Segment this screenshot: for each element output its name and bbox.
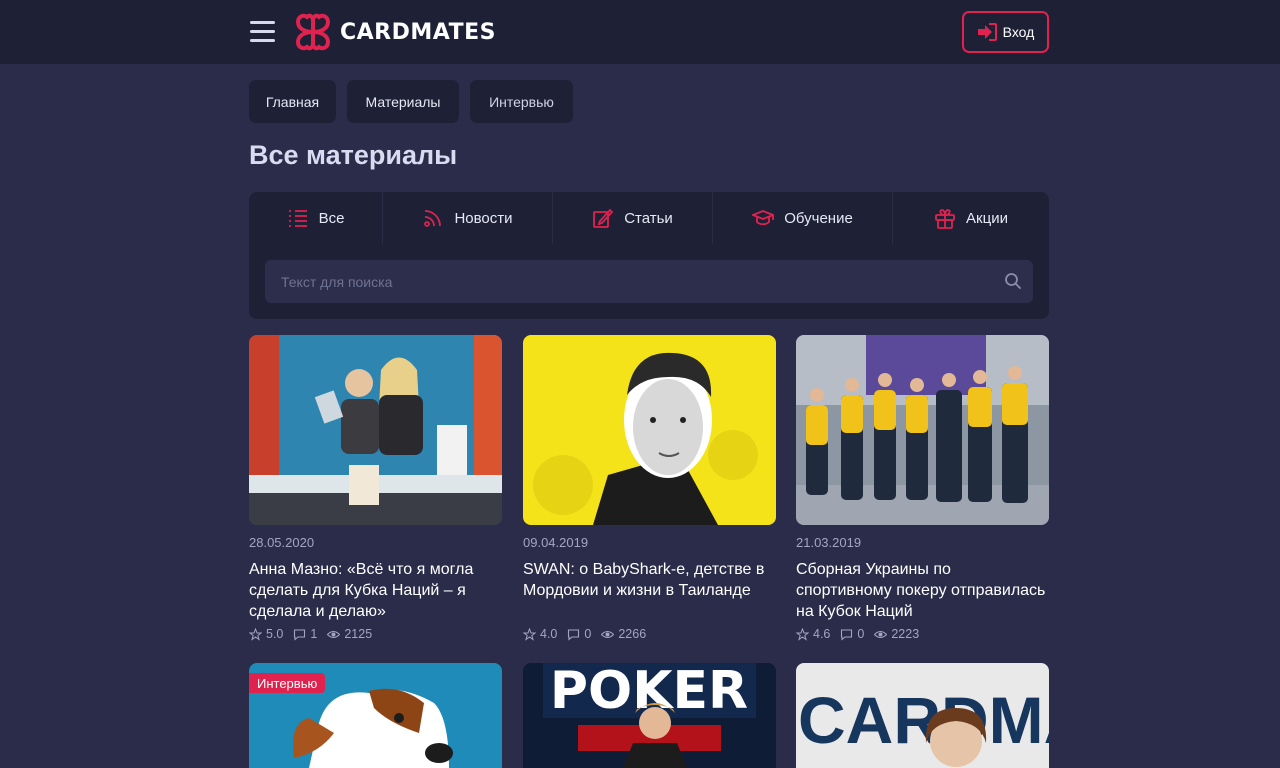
rating-value: 5.0 <box>266 627 284 641</box>
rating-stat: 5.0 <box>249 627 283 641</box>
tab-news[interactable]: Новости <box>383 192 553 244</box>
rating-value: 4.0 <box>540 627 558 641</box>
views-stat: 2125 <box>327 627 372 641</box>
comments-stat: 0 <box>840 627 864 641</box>
article-date: 21.03.2019 <box>796 535 862 550</box>
rating-value: 4.6 <box>813 627 831 641</box>
graduation-cap-icon <box>752 210 775 226</box>
star-icon <box>523 627 536 641</box>
article-stats: 5.0 1 2125 <box>249 627 502 641</box>
category-badge[interactable]: Интервью <box>249 673 326 693</box>
article-image[interactable] <box>796 335 1049 525</box>
article-card: 09.04.2019 SWAN: о BabyShark-е, детстве … <box>523 335 776 641</box>
article-title[interactable]: Сборная Украины по спортивному покеру от… <box>796 559 1049 622</box>
views-stat: 2266 <box>601 627 646 641</box>
article-card: CARDMAT <box>796 663 1049 768</box>
star-icon <box>249 627 262 641</box>
views-value: 2266 <box>618 627 647 641</box>
page-title: Все материалы <box>249 140 458 170</box>
article-image[interactable] <box>523 335 776 525</box>
rss-icon <box>424 210 442 227</box>
cardmates-logo-icon <box>295 13 331 51</box>
tab-articles[interactable]: Статьи <box>553 192 713 244</box>
top-header: CARDMATES Вход <box>0 0 1280 64</box>
image-text: CARDMAT <box>798 683 1049 757</box>
comments-value: 1 <box>310 627 318 641</box>
rating-stat: 4.0 <box>523 627 557 641</box>
article-card: 21.03.2019 Сборная Украины по спортивном… <box>796 335 1049 641</box>
views-value: 2125 <box>344 627 373 641</box>
comments-value: 0 <box>857 627 865 641</box>
tab-promotions[interactable]: Акции <box>893 192 1049 244</box>
breadcrumb-interview[interactable]: Интервью <box>470 80 573 123</box>
comment-icon <box>841 628 853 641</box>
login-button[interactable]: Вход <box>962 11 1049 53</box>
rating-stat: 4.6 <box>796 627 830 641</box>
gift-icon <box>935 209 955 229</box>
comments-stat: 0 <box>567 627 591 641</box>
views-value: 2223 <box>891 627 920 641</box>
eye-icon <box>874 630 888 638</box>
article-title[interactable]: SWAN: о BabyShark-е, детстве в Мордовии … <box>523 559 776 622</box>
category-tabs: Все Новости Статьи Обучение Акции <box>249 192 1049 244</box>
eye-icon <box>601 630 615 638</box>
comment-icon <box>294 628 306 641</box>
tab-all-label: Все <box>318 209 345 227</box>
edit-icon <box>593 208 614 228</box>
article-image[interactable]: POKER <box>523 663 776 768</box>
article-title[interactable]: Анна Мазно: «Всё что я могла сделать для… <box>249 559 502 622</box>
article-card: 28.05.2020 Анна Мазно: «Всё что я могла … <box>249 335 502 641</box>
tab-promotions-label: Акции <box>966 209 1008 227</box>
sign-in-icon <box>977 23 997 41</box>
views-stat: 2223 <box>874 627 919 641</box>
article-image[interactable] <box>249 335 502 525</box>
article-card: Интервью <box>249 663 502 768</box>
tab-education-label: Обучение <box>784 209 853 227</box>
article-stats: 4.0 0 2266 <box>523 627 776 641</box>
star-icon <box>796 627 809 641</box>
comments-stat: 1 <box>293 627 317 641</box>
search-input[interactable] <box>265 260 1033 303</box>
logo-text: CARDMATES <box>340 19 496 45</box>
comment-icon <box>568 628 580 641</box>
list-icon <box>288 210 307 227</box>
site-logo[interactable]: CARDMATES <box>292 11 496 53</box>
login-label: Вход <box>1002 24 1035 40</box>
article-date: 28.05.2020 <box>249 535 315 550</box>
article-date: 09.04.2019 <box>523 535 589 550</box>
breadcrumb-materials[interactable]: Материалы <box>347 80 459 123</box>
tab-articles-label: Статьи <box>624 209 673 227</box>
search-box <box>265 260 1033 303</box>
breadcrumb-home[interactable]: Главная <box>249 80 336 123</box>
article-image[interactable]: CARDMAT <box>796 663 1049 768</box>
tab-all[interactable]: Все <box>249 192 383 244</box>
tab-news-label: Новости <box>454 209 513 227</box>
search-icon[interactable] <box>1004 272 1022 290</box>
menu-icon[interactable] <box>250 21 275 42</box>
article-card: POKER <box>523 663 776 768</box>
article-image[interactable]: Интервью <box>249 663 502 768</box>
article-stats: 4.6 0 2223 <box>796 627 1049 641</box>
comments-value: 0 <box>584 627 592 641</box>
eye-icon <box>327 630 341 638</box>
tab-education[interactable]: Обучение <box>713 192 893 244</box>
filter-panel: Все Новости Статьи Обучение Акции Текст … <box>249 192 1049 319</box>
